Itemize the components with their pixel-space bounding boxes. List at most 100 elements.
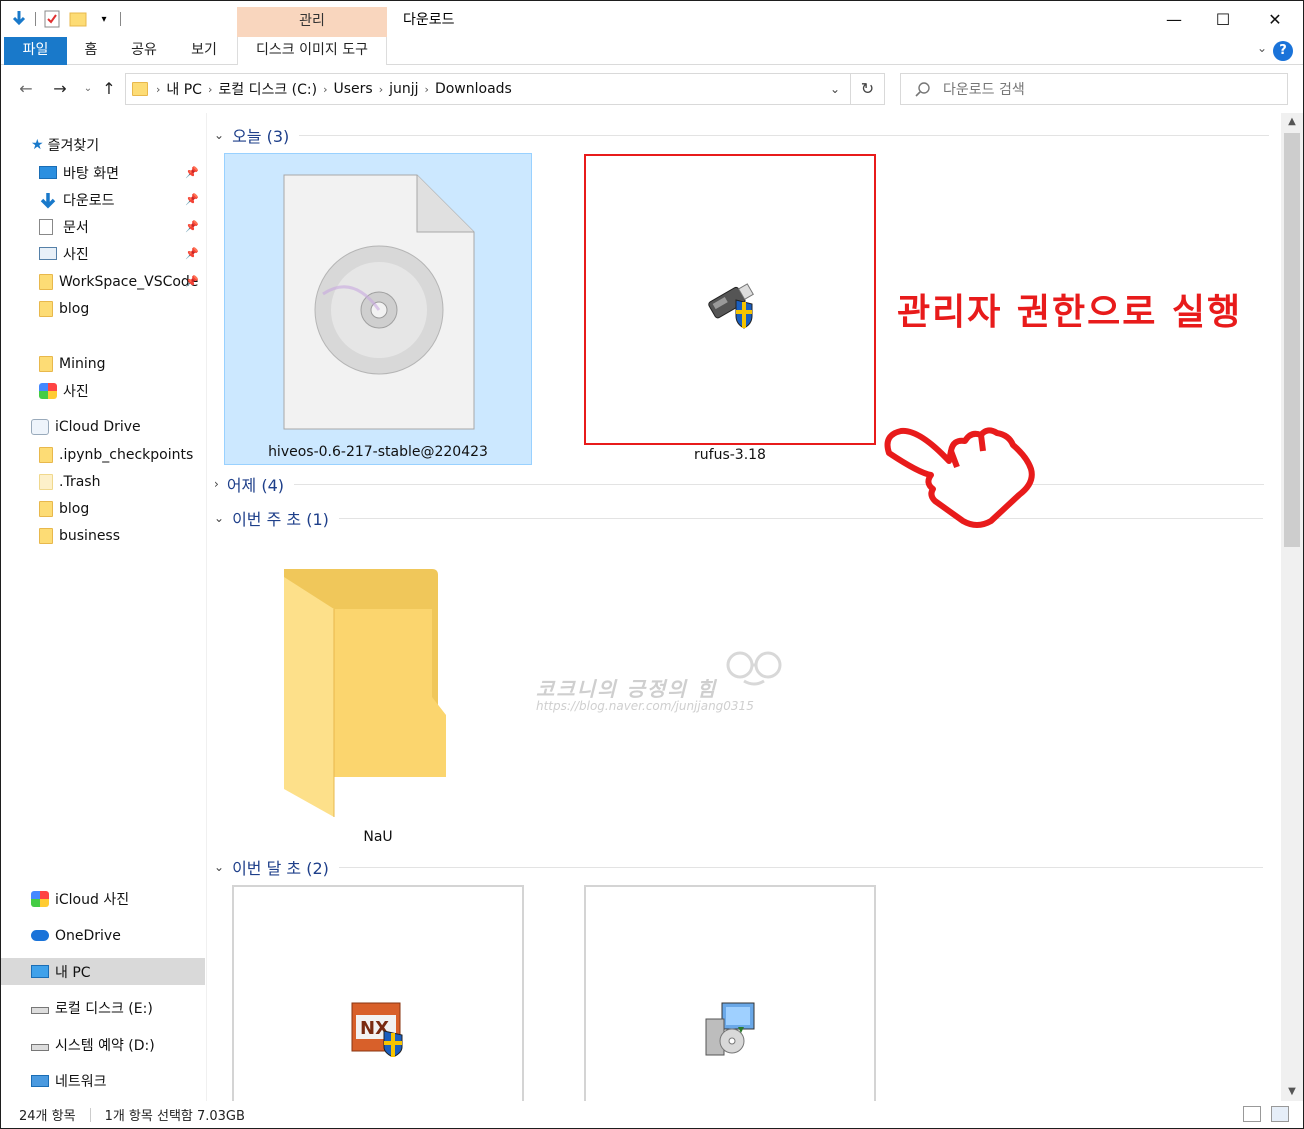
nav-item-pictures[interactable]: 사진 📌: [1, 240, 205, 267]
drive-icon: [31, 1044, 49, 1051]
nav-item-local-disk-e[interactable]: 로컬 디스크 (E:): [1, 994, 205, 1021]
nav-label: iCloud 사진: [55, 891, 130, 908]
tab-file[interactable]: 파일: [4, 37, 67, 65]
breadcrumb-chevron-icon[interactable]: ›: [379, 83, 383, 96]
help-icon[interactable]: ?: [1273, 41, 1293, 61]
breadcrumb-downloads[interactable]: Downloads: [435, 81, 512, 97]
breadcrumb-chevron-icon[interactable]: ›: [208, 83, 212, 96]
breadcrumb-chevron-icon[interactable]: ›: [156, 83, 160, 96]
tab-disk-image-tools[interactable]: 디스크 이미지 도구: [237, 37, 387, 65]
group-header-this-month[interactable]: ⌄ 이번 달 초 (2): [214, 855, 1263, 879]
breadcrumb-my-pc[interactable]: 내 PC: [166, 79, 202, 99]
nav-item-system-reserved-d[interactable]: 시스템 예약 (D:): [1, 1031, 205, 1058]
group-divider: [338, 866, 1263, 868]
nav-item-icloud-drive[interactable]: iCloud Drive: [1, 413, 205, 440]
ribbon-expand-chevron-icon[interactable]: ⌄: [1257, 41, 1267, 55]
group-header-this-week[interactable]: ⌄ 이번 주 초 (1): [214, 506, 1263, 530]
folder-icon: [39, 500, 53, 517]
status-bar: 24개 항목 1개 항목 선택함 7.03GB: [1, 1101, 1303, 1128]
folder-icon: [39, 473, 53, 490]
maximize-button[interactable]: ☐: [1200, 5, 1246, 33]
nav-item-blog[interactable]: blog: [1, 295, 205, 322]
address-bar[interactable]: › 내 PC › 로컬 디스크 (C:) › Users › junjj › D…: [125, 73, 851, 105]
folder-icon: [39, 527, 53, 544]
breadcrumb-chevron-icon[interactable]: ›: [323, 83, 327, 96]
nav-item-network[interactable]: 네트워크: [1, 1067, 205, 1094]
breadcrumb-junjj[interactable]: junjj: [389, 81, 418, 97]
nav-quick-access[interactable]: ★ 즐겨찾기: [31, 131, 235, 158]
folder-icon: [39, 300, 53, 317]
watermark-glasses-icon: [726, 651, 782, 686]
star-icon: ★: [31, 136, 44, 153]
nav-label: Mining: [59, 355, 106, 372]
download-arrow-icon[interactable]: [9, 9, 29, 29]
computer-icon: [31, 965, 49, 978]
pointing-hand-icon: [884, 427, 1035, 528]
disc-image-file-icon: [283, 174, 475, 430]
nav-item-downloads[interactable]: 다운로드 📌: [1, 186, 205, 213]
file-tile-setup-installer[interactable]: [584, 885, 876, 1101]
nav-label: 시스템 예약 (D:): [55, 1037, 155, 1054]
file-tile-hiveos[interactable]: hiveos-0.6-217-stable@220423: [224, 153, 532, 465]
vertical-scrollbar[interactable]: ▲ ▼: [1281, 113, 1303, 1101]
file-explorer-window: ▾ 관리 다운로드 — ☐ ✕ 파일 홈 공유 보기 디스크 이미지 도구 ⌄ …: [0, 0, 1304, 1129]
group-header-today[interactable]: ⌄ 오늘 (3): [214, 123, 1270, 147]
tab-home[interactable]: 홈: [73, 37, 109, 65]
back-arrow-icon[interactable]: ←: [15, 77, 37, 101]
address-history-dropdown-icon[interactable]: ⌄: [819, 73, 851, 105]
breadcrumb-chevron-icon[interactable]: ›: [425, 83, 429, 96]
nav-item-business[interactable]: business: [1, 522, 205, 549]
minimize-button[interactable]: —: [1151, 5, 1197, 33]
nav-label: .Trash: [59, 473, 101, 490]
collapse-chevron-icon[interactable]: ⌄: [214, 511, 224, 525]
download-arrow-icon: [39, 192, 57, 208]
breadcrumb-local-disk-c[interactable]: 로컬 디스크 (C:): [218, 79, 317, 99]
nav-item-workspace-vscode[interactable]: WorkSpace_VSCode 📌: [1, 268, 205, 295]
file-tile-rufus[interactable]: [584, 154, 876, 445]
nav-label: 네트워크: [55, 1073, 107, 1090]
nav-item-my-pc[interactable]: 내 PC: [1, 958, 205, 985]
details-view-icon[interactable]: [1243, 1106, 1261, 1122]
nav-label: OneDrive: [55, 927, 121, 944]
nav-label: .ipynb_checkpoints: [59, 446, 194, 463]
recent-locations-chevron-icon[interactable]: ⌄: [77, 77, 99, 101]
file-tile-nx-installer[interactable]: NX: [232, 885, 524, 1101]
nav-label: 사진: [63, 383, 89, 400]
nav-item-onedrive[interactable]: OneDrive: [1, 922, 205, 949]
nav-item-documents[interactable]: 문서 📌: [1, 213, 205, 240]
search-placeholder: 다운로드 검색: [943, 82, 1025, 98]
nav-item-trash[interactable]: .Trash: [1, 468, 205, 495]
close-button[interactable]: ✕: [1252, 5, 1298, 33]
scroll-up-arrow-icon[interactable]: ▲: [1281, 113, 1303, 131]
folder-tile-nau[interactable]: NaU: [268, 561, 488, 851]
nav-item-mining[interactable]: Mining: [1, 350, 205, 377]
customize-dropdown-icon[interactable]: ▾: [94, 9, 114, 29]
context-tab-manage[interactable]: 관리: [237, 7, 387, 37]
refresh-icon[interactable]: ↻: [851, 73, 885, 105]
collapse-chevron-icon[interactable]: ⌄: [214, 860, 224, 874]
breadcrumb-users[interactable]: Users: [334, 81, 373, 97]
nav-item-blog-icloud[interactable]: blog: [1, 495, 205, 522]
large-icons-view-icon[interactable]: [1271, 1106, 1289, 1122]
large-folder-icon: [284, 569, 446, 817]
expand-chevron-icon[interactable]: ›: [214, 477, 219, 491]
nav-item-photos[interactable]: 사진: [1, 377, 205, 404]
tab-view[interactable]: 보기: [183, 37, 225, 65]
title-bar: ▾ 관리 다운로드 — ☐ ✕: [1, 1, 1303, 37]
group-header-yesterday[interactable]: › 어제 (4): [214, 472, 1265, 496]
nav-item-desktop[interactable]: 바탕 화면 📌: [1, 159, 205, 186]
nav-item-icloud-photos[interactable]: iCloud 사진: [1, 885, 205, 912]
collapse-chevron-icon[interactable]: ⌄: [214, 128, 224, 142]
new-folder-icon[interactable]: [68, 9, 88, 29]
navigation-pane: ★ 즐겨찾기 바탕 화면 📌 다운로드 📌 문서 📌 사진 📌 WorkSpac…: [1, 113, 207, 1101]
up-arrow-icon[interactable]: ↑: [98, 77, 120, 101]
nav-item-ipynb-checkpoints[interactable]: .ipynb_checkpoints: [1, 441, 205, 468]
properties-check-icon[interactable]: [42, 9, 62, 29]
forward-arrow-icon[interactable]: →: [49, 77, 71, 101]
tab-share[interactable]: 공유: [123, 37, 165, 65]
scrollbar-thumb[interactable]: [1284, 133, 1300, 547]
scroll-down-arrow-icon[interactable]: ▼: [1281, 1083, 1303, 1101]
file-name: hiveos-0.6-217-stable@220423: [268, 444, 488, 460]
search-box[interactable]: 다운로드 검색: [900, 73, 1288, 105]
nav-label: business: [59, 527, 121, 544]
